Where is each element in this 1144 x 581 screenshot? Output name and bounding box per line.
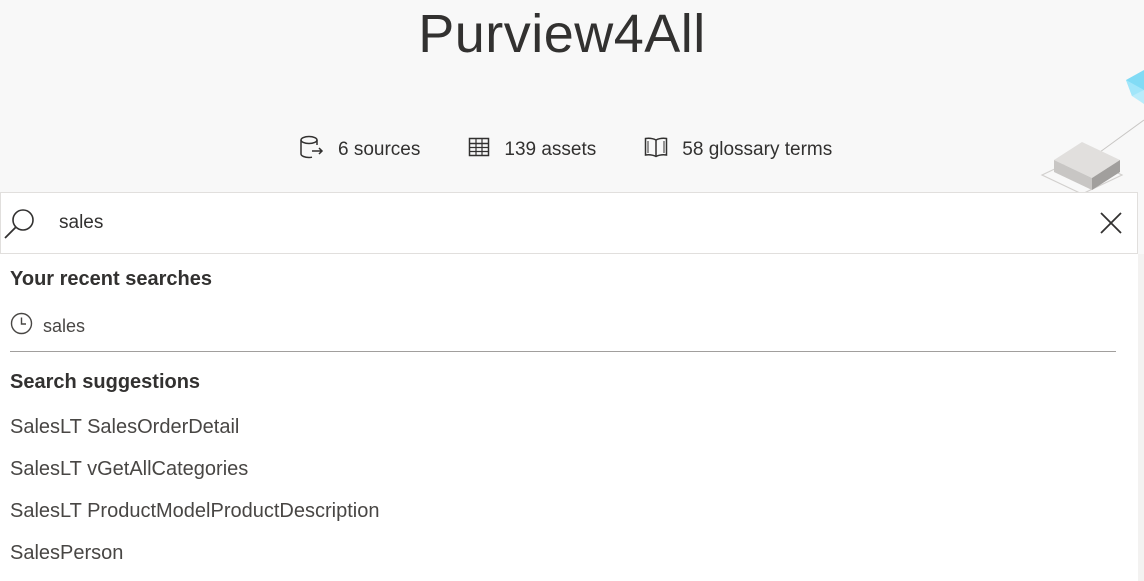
recent-searches-heading: Your recent searches bbox=[10, 268, 212, 290]
search-suggestions-heading: Search suggestions bbox=[10, 371, 201, 393]
stat-sources-label: 6 sources bbox=[338, 139, 421, 160]
stat-sources[interactable]: 6 sources bbox=[298, 134, 420, 166]
background-edge bbox=[1138, 254, 1144, 581]
table-icon bbox=[468, 136, 504, 164]
suggestion-item[interactable]: SalesPerson bbox=[10, 542, 123, 565]
suggestion-item[interactable]: SalesLT ProductModelProductDescription bbox=[10, 500, 379, 523]
recent-search-item[interactable]: sales bbox=[10, 312, 85, 340]
stats-bar: 6 sources 139 assets 58 glossary terms bbox=[298, 134, 832, 166]
purview-home: Purview4All 6 sources 139 assets 58 glos… bbox=[0, 0, 1144, 581]
suggestion-item[interactable]: SalesLT vGetAllCategories bbox=[10, 458, 248, 481]
stat-glossary-label: 58 glossary terms bbox=[682, 139, 833, 160]
decorative-isometric-graphic bbox=[1040, 70, 1144, 195]
suggestion-item[interactable]: SalesLT SalesOrderDetail bbox=[10, 416, 239, 439]
book-icon bbox=[644, 136, 682, 164]
stat-assets-label: 139 assets bbox=[504, 139, 597, 160]
clock-icon bbox=[10, 312, 43, 340]
data-source-icon bbox=[298, 134, 338, 166]
close-icon[interactable] bbox=[1097, 209, 1125, 237]
stat-assets[interactable]: 139 assets bbox=[468, 136, 596, 164]
stat-glossary[interactable]: 58 glossary terms bbox=[644, 136, 832, 164]
search-icon[interactable] bbox=[3, 207, 37, 246]
recent-search-label: sales bbox=[43, 315, 86, 336]
search-input[interactable] bbox=[59, 205, 1059, 241]
search-box bbox=[0, 192, 1138, 254]
page-title: Purview4All bbox=[418, 4, 706, 64]
search-dropdown: Your recent searches sales Search sugges… bbox=[0, 254, 1138, 581]
divider bbox=[10, 351, 1116, 352]
